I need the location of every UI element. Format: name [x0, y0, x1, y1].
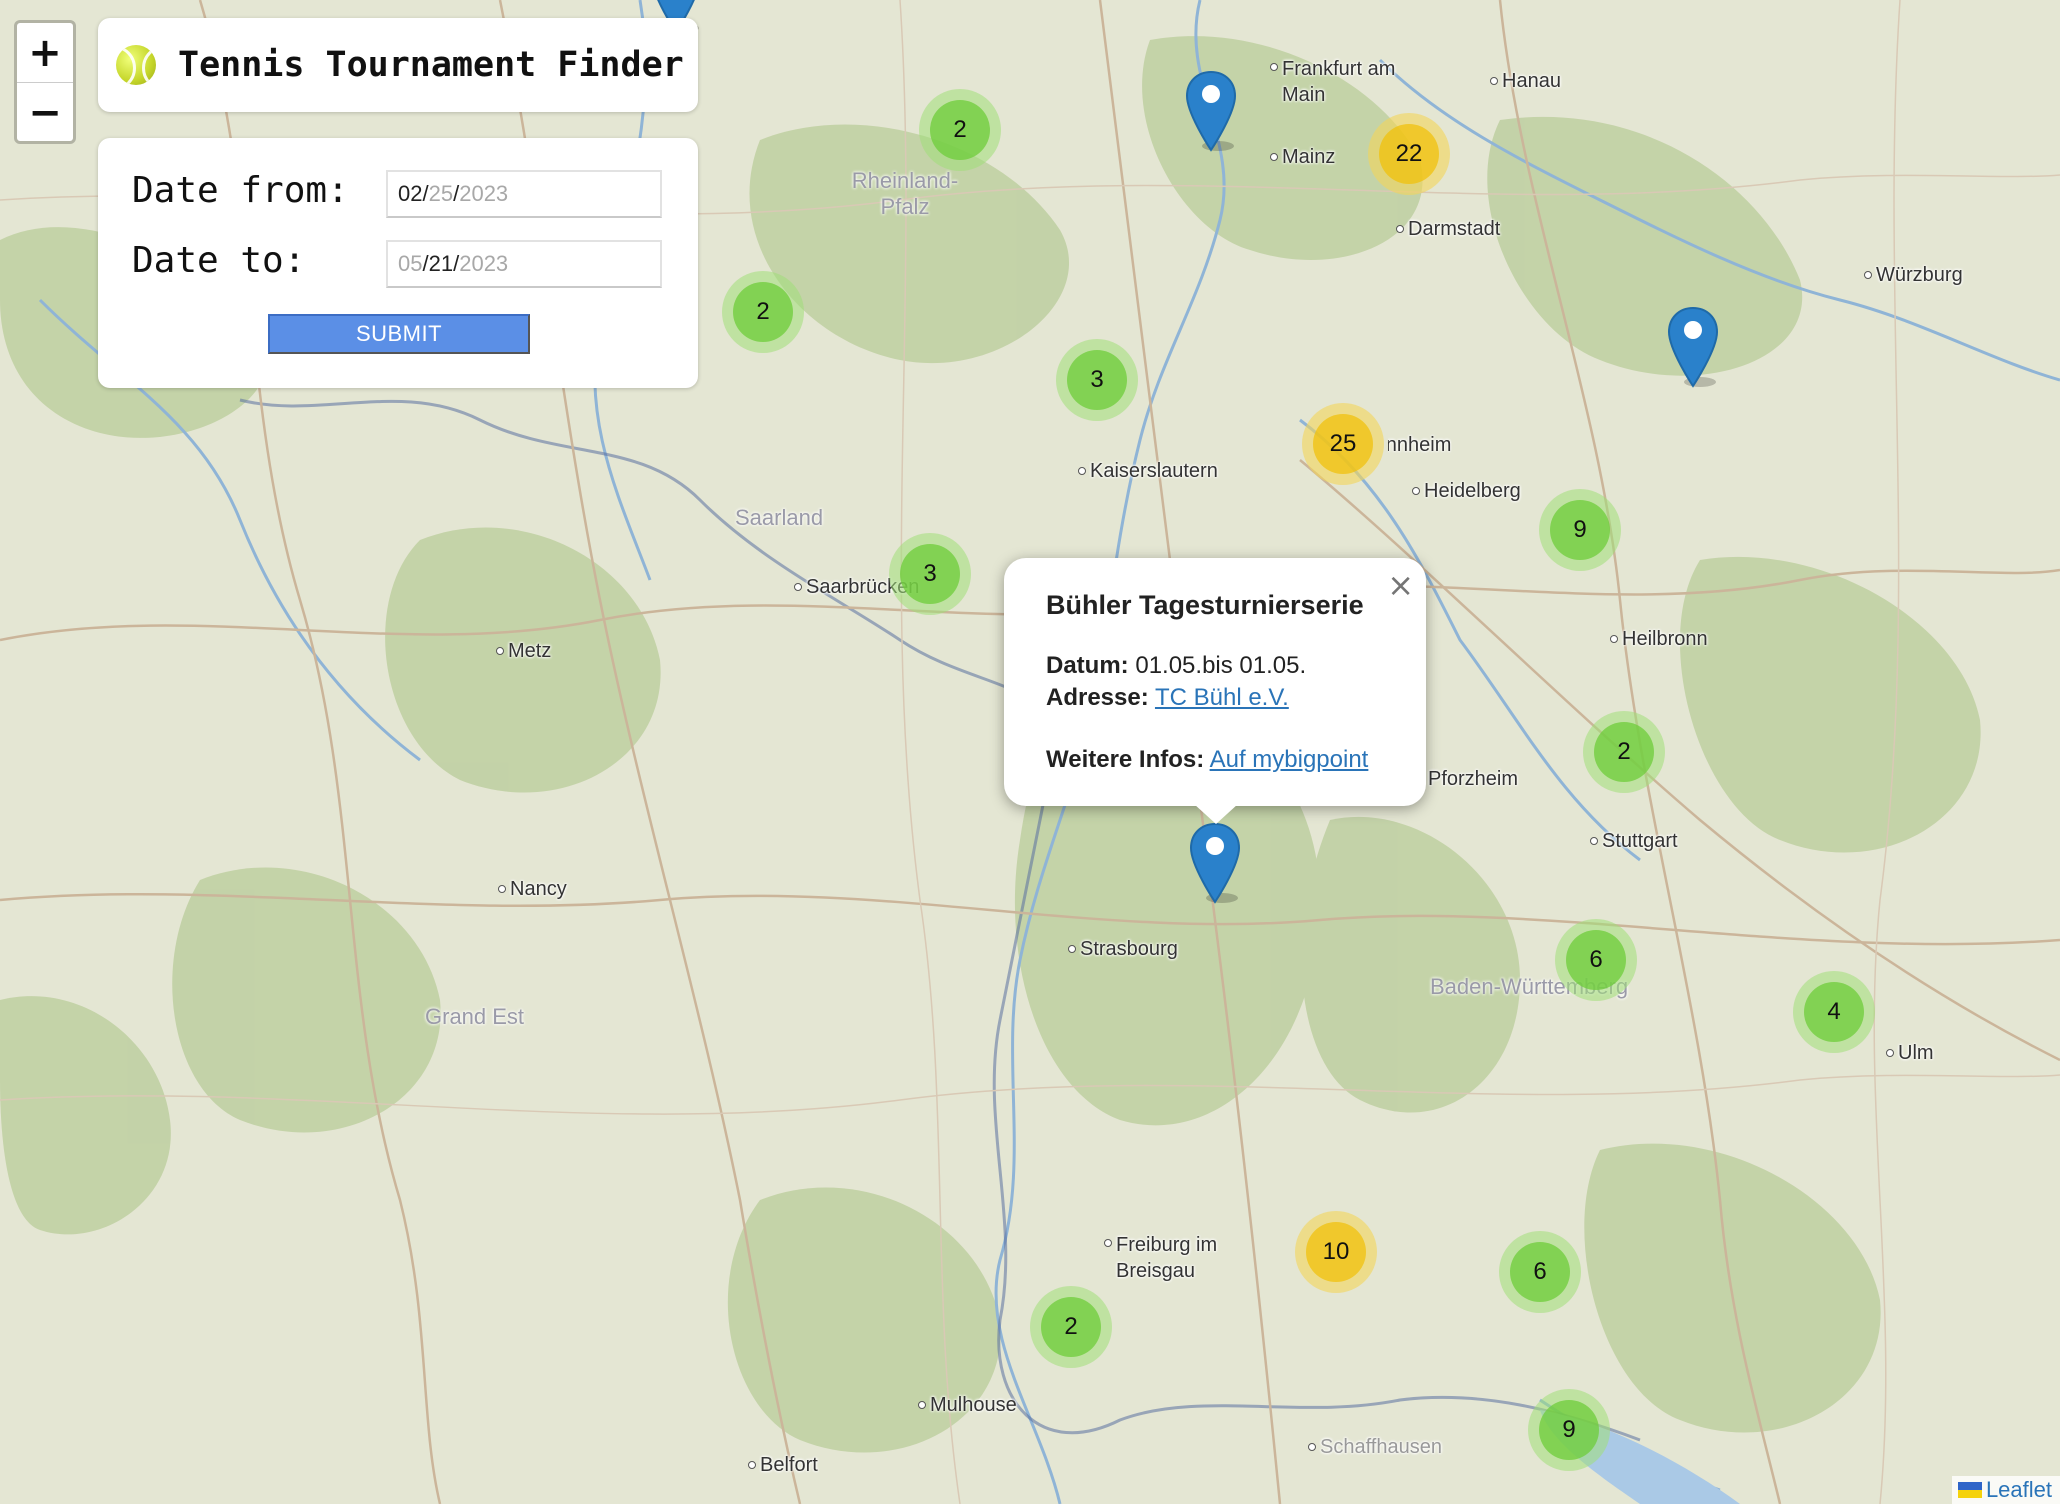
popup-date-value: 01.05.bis 01.05. [1135, 652, 1307, 679]
city-label: Stuttgart [1590, 830, 1678, 852]
popup-address-row: Adresse: TC Bühl e.V. [1046, 684, 1289, 712]
city-label: Nancy [498, 878, 567, 900]
date-to-label: Date to: [132, 240, 306, 281]
zoom-in-button[interactable]: + [17, 23, 73, 82]
city-label: Ulm [1886, 1042, 1934, 1064]
city-label: Darmstadt [1395, 218, 1501, 240]
cluster-count: 9 [1539, 1400, 1599, 1460]
city-label: Heilbronn [1610, 628, 1708, 650]
zoom-control: + − [14, 20, 76, 144]
cluster-count: 2 [1594, 722, 1654, 782]
city-label: Pforzheim [1415, 768, 1519, 790]
region-label: Grand Est [425, 1004, 525, 1029]
date-from-input[interactable]: 02/25/2023 [386, 170, 662, 218]
marker-cluster[interactable]: 2 [1030, 1286, 1112, 1368]
date-from-year: 2023 [459, 181, 509, 206]
city-label: Schaffhausen [1308, 1436, 1442, 1458]
cluster-count: 6 [1566, 930, 1626, 990]
marker-cluster[interactable]: 2 [722, 271, 804, 353]
submit-button[interactable]: SUBMIT [268, 314, 530, 354]
city-label: Frankfurt am Main [1270, 56, 1422, 108]
marker-cluster[interactable]: 25 [1302, 403, 1384, 485]
date-to-input[interactable]: 05/21/2023 [386, 240, 662, 288]
popup-title: Bühler Tagesturnierserie [1046, 590, 1364, 620]
tournament-popup: × Bühler Tagesturnierserie Datum: 01.05.… [1004, 558, 1426, 824]
leaflet-link[interactable]: Leaflet [1986, 1477, 2052, 1503]
date-to-year: 2023 [459, 251, 509, 276]
marker-cluster[interactable]: 10 [1295, 1211, 1377, 1293]
popup-tip [1194, 804, 1238, 824]
close-icon[interactable]: × [1387, 566, 1414, 604]
marker-cluster[interactable]: 4 [1793, 971, 1875, 1053]
marker-cluster[interactable]: 6 [1555, 919, 1637, 1001]
date-from-month: 02 [398, 181, 423, 206]
marker-cluster[interactable]: 3 [889, 533, 971, 615]
date-to-month: 05 [398, 251, 423, 276]
app-title: Tennis Tournament Finder [178, 45, 684, 85]
marker-cluster[interactable]: 6 [1499, 1231, 1581, 1313]
marker-cluster[interactable]: 3 [1056, 339, 1138, 421]
region-label: Rheinland-Pfalz [851, 168, 959, 219]
title-panel: Tennis Tournament Finder [98, 18, 698, 112]
zoom-out-button[interactable]: − [17, 82, 73, 142]
city-label: Würzburg [1864, 264, 1963, 286]
cluster-count: 3 [1067, 350, 1127, 410]
popup-info-row: Weitere Infos: Auf mybigpoint [1046, 746, 1368, 774]
cluster-count: 9 [1550, 500, 1610, 560]
ukraine-flag-icon [1957, 1482, 1982, 1498]
city-label: Hanau [1490, 70, 1561, 92]
city-label: Mainz [1269, 146, 1336, 168]
marker-cluster[interactable]: 22 [1368, 113, 1450, 195]
map-marker-icon[interactable] [1188, 822, 1242, 904]
marker-cluster[interactable]: 9 [1539, 489, 1621, 571]
marker-cluster[interactable]: 2 [1583, 711, 1665, 793]
date-from-day: 25 [428, 181, 454, 206]
date-to-day: 21 [428, 251, 454, 276]
date-filter-panel: Date from: 02/25/2023 Date to: 05/21/202… [98, 138, 698, 388]
cluster-count: 6 [1510, 1242, 1570, 1302]
cluster-count: 2 [733, 282, 793, 342]
cluster-count: 3 [900, 544, 960, 604]
cluster-count: 2 [930, 100, 990, 160]
tennis-ball-icon [116, 45, 156, 85]
cluster-count: 10 [1306, 1222, 1366, 1282]
city-label: Mulhouse [918, 1394, 1017, 1416]
popup-date-row: Datum: 01.05.bis 01.05. [1046, 652, 1306, 680]
region-label: Saarland [735, 505, 824, 530]
cluster-count: 25 [1313, 414, 1373, 474]
popup-address-link[interactable]: TC Bühl e.V. [1155, 684, 1289, 711]
popup-info-label: Weitere Infos: [1046, 746, 1205, 773]
marker-cluster[interactable]: 2 [919, 89, 1001, 171]
marker-cluster[interactable]: 9 [1528, 1389, 1610, 1471]
map-marker-icon[interactable] [1666, 306, 1720, 388]
attribution: Leaflet [1951, 1476, 2060, 1504]
popup-info-link[interactable]: Auf mybigpoint [1210, 746, 1369, 773]
popup-date-label: Datum: [1046, 652, 1129, 679]
city-label: Freiburg im Breisgau [1104, 1232, 1246, 1284]
city-label: Metz [495, 640, 552, 662]
map-marker-icon[interactable] [1184, 70, 1238, 152]
city-label: Belfort [748, 1454, 818, 1476]
city-label: Heidelberg [1412, 480, 1521, 502]
cluster-count: 4 [1804, 982, 1864, 1042]
cluster-count: 22 [1379, 124, 1439, 184]
city-label: Kaiserslautern [1078, 460, 1218, 482]
popup-address-label: Adresse: [1046, 684, 1149, 711]
cluster-count: 2 [1041, 1297, 1101, 1357]
city-label: Strasbourg [1068, 938, 1178, 960]
date-from-label: Date from: [132, 170, 349, 211]
